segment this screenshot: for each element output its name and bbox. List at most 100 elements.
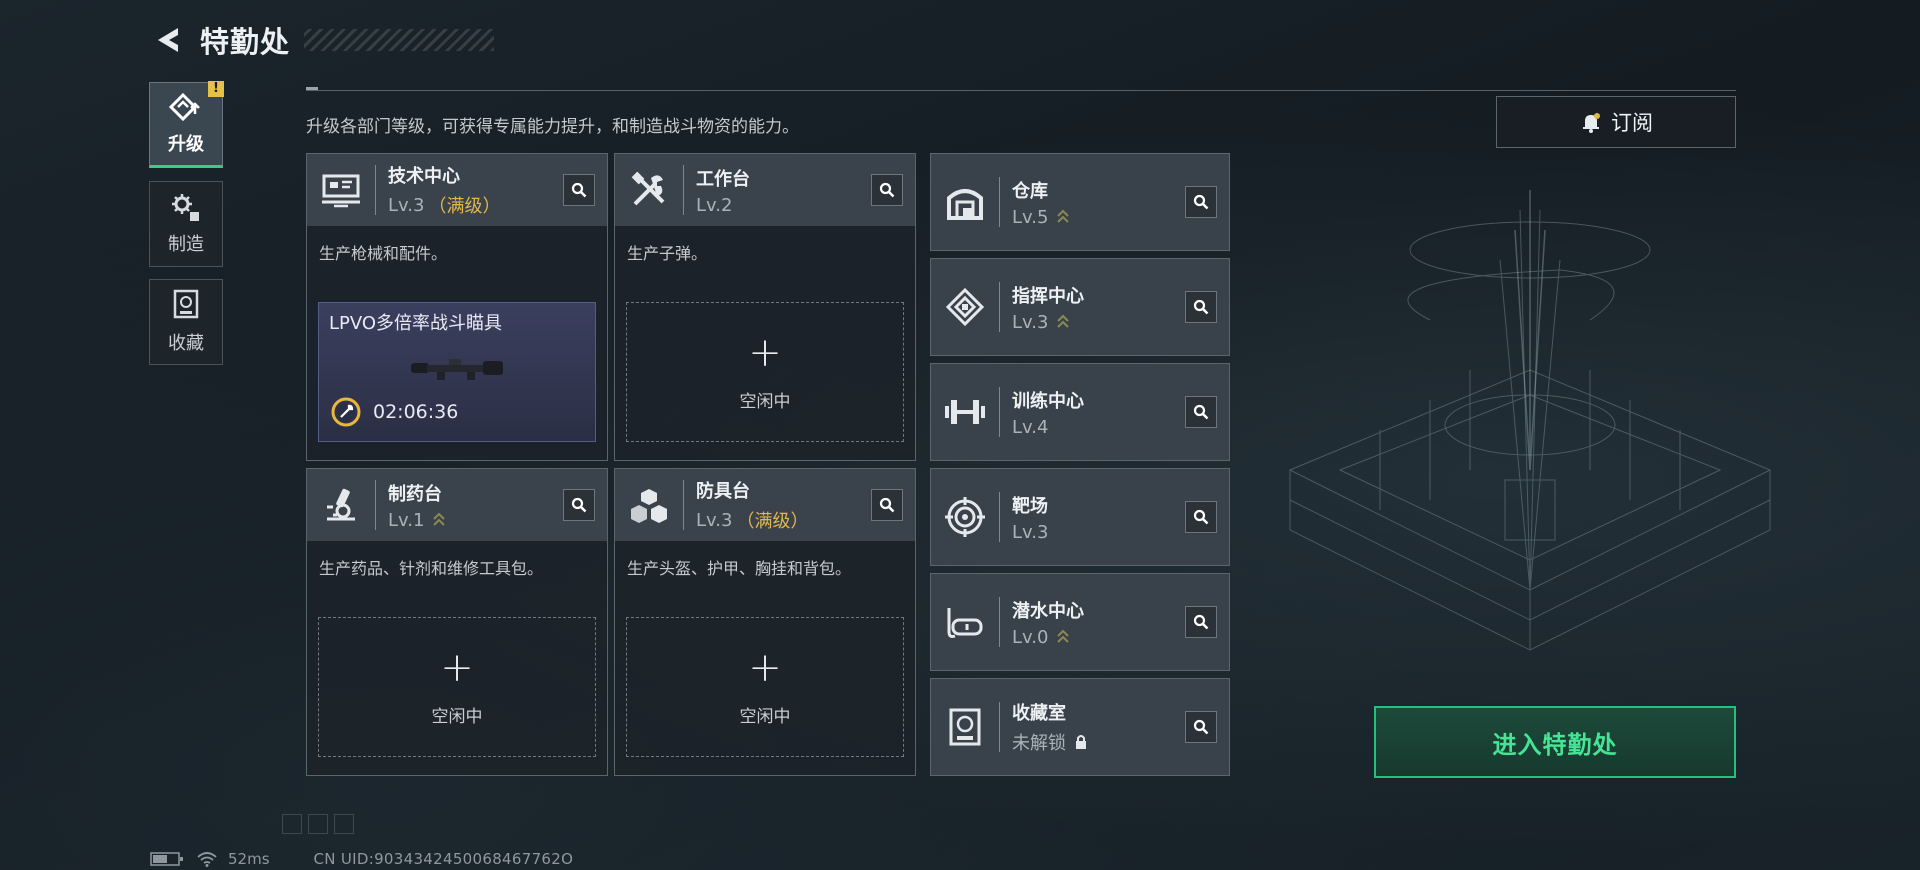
magnifier-icon (1193, 509, 1209, 525)
upgrade-chevron-icon (433, 512, 446, 526)
crafting-item-name: LPVO多倍率战斗瞄具 (329, 313, 503, 334)
facility-name: 收藏室 (1012, 703, 1066, 724)
facility-name: 仓库 (1012, 180, 1048, 202)
facility-warehouse[interactable]: 仓库 Lv.5 (930, 153, 1230, 251)
separator (999, 702, 1000, 752)
dept-name: 制药台 (388, 483, 442, 505)
facility-level: Lv.5 (1012, 206, 1049, 228)
slot-status: 空闲中 (431, 706, 483, 727)
inspect-button[interactable] (1185, 186, 1217, 218)
production-slot-idle[interactable]: + 空闲中 (626, 617, 904, 757)
production-slot-busy[interactable]: LPVO多倍率战斗瞄具 02:06:36 (318, 302, 596, 442)
separator (999, 492, 1000, 542)
inspect-button[interactable] (1185, 396, 1217, 428)
facility-command-center[interactable]: 指挥中心 Lv.3 (930, 258, 1230, 356)
sidebar-item-label: 升级 (168, 134, 204, 155)
max-level-label: （满级） (428, 196, 501, 217)
facility-diving-center[interactable]: 潜水中心 Lv.0 (930, 573, 1230, 671)
magnifier-icon (1193, 194, 1209, 210)
divider (306, 90, 1736, 91)
wrench-timer-icon (331, 397, 361, 427)
production-slot-idle[interactable]: + 空闲中 (318, 617, 596, 757)
facility-name: 靶场 (1012, 495, 1048, 517)
inspect-button[interactable] (1185, 711, 1217, 743)
back-button[interactable] (150, 22, 186, 58)
warehouse-icon (939, 176, 991, 228)
back-arrow-icon (158, 28, 178, 52)
facility-level: Lv.3 (1012, 521, 1049, 543)
inspect-button[interactable] (563, 174, 595, 206)
facility-level: Lv.0 (1012, 626, 1049, 648)
dept-level: Lv.3 (388, 194, 425, 216)
facility-status: 未解锁 (1012, 733, 1066, 754)
magnifier-icon (879, 182, 895, 198)
add-icon: + (748, 329, 782, 376)
collection-icon (173, 289, 199, 319)
facility-level: Lv.3 (1012, 311, 1049, 333)
sidebar-item-label: 制造 (168, 234, 204, 255)
title-decoration (304, 29, 495, 51)
enter-special-ops-button[interactable]: 进入特勤处 (1374, 706, 1736, 778)
user-uid: CN UID:9034342450068467762O (313, 850, 574, 868)
sidebar-item-upgrade[interactable]: ! 升级 (149, 81, 224, 168)
page-header: 特勤处 (150, 20, 495, 60)
separator (999, 282, 1000, 332)
inspect-button[interactable] (1185, 291, 1217, 323)
battery-icon (150, 852, 183, 866)
scope-image (411, 359, 503, 380)
facility-level: Lv.4 (1012, 416, 1049, 438)
vault-icon (939, 701, 991, 753)
upgrade-icon (169, 92, 200, 122)
bell-icon (1583, 113, 1600, 133)
inspect-button[interactable] (1185, 501, 1217, 533)
card-header: 防具台 Lv.3 （满级） (615, 469, 915, 541)
dept-name: 工作台 (696, 168, 750, 190)
magnifier-icon (1193, 719, 1209, 735)
magnifier-icon (1193, 404, 1209, 420)
target-icon (939, 491, 991, 543)
gears-icon (172, 194, 199, 221)
magnifier-icon (571, 497, 587, 513)
separator (683, 165, 684, 215)
subscribe-button[interactable]: 订阅 (1496, 96, 1736, 148)
dept-card-pharmacy: 制药台 Lv.1 生产药品、针剂和维修工具包。 + 空闲中 (306, 468, 608, 776)
inspect-button[interactable] (871, 174, 903, 206)
upgrade-chevron-icon (1057, 209, 1070, 223)
dept-card-tech-center: 技术中心 Lv.3 （满级） 生产枪械和配件。 LPVO多倍率战斗瞄具 02:0… (306, 153, 608, 461)
production-slot-idle[interactable]: + 空闲中 (626, 302, 904, 442)
magnifier-icon (571, 182, 587, 198)
lock-icon (1076, 735, 1086, 749)
separator (375, 165, 376, 215)
building-hologram (1288, 190, 1772, 651)
upgrade-chevron-icon (1057, 629, 1070, 643)
separator (999, 177, 1000, 227)
dept-name: 防具台 (696, 481, 750, 502)
sidebar-item-craft[interactable]: 制造 (149, 181, 223, 267)
divider-marker (306, 87, 318, 90)
dept-name: 技术中心 (388, 166, 460, 187)
facility-training-center[interactable]: 训练中心 Lv.4 (930, 363, 1230, 461)
inspect-button[interactable] (871, 489, 903, 521)
separator (375, 480, 376, 530)
facility-vault[interactable]: 收藏室 未解锁 (930, 678, 1230, 776)
facility-name: 训练中心 (1012, 390, 1084, 412)
magnifier-icon (1193, 299, 1209, 315)
separator (999, 597, 1000, 647)
facility-shooting-range[interactable]: 靶场 Lv.3 (930, 468, 1230, 566)
subscribe-label: 订阅 (1611, 111, 1653, 135)
crafting-timer: 02:06:36 (373, 401, 459, 423)
dept-description: 生产头盔、护甲、胸挂和背包。 (627, 559, 852, 578)
slot-status: 空闲中 (739, 706, 791, 727)
monitor-icon (315, 164, 367, 216)
dept-card-workbench: 工作台 Lv.2 生产子弹。 + 空闲中 (614, 153, 916, 461)
inspect-button[interactable] (563, 489, 595, 521)
sidebar-item-label: 收藏 (168, 333, 204, 354)
dept-card-armor-bench: 防具台 Lv.3 （满级） 生产头盔、护甲、胸挂和背包。 + 空闲中 (614, 468, 916, 776)
inspect-button[interactable] (1185, 606, 1217, 638)
sidebar-item-collection[interactable]: 收藏 (149, 279, 223, 365)
upgrade-chevron-icon (1057, 314, 1070, 328)
facility-name: 指挥中心 (1012, 285, 1084, 307)
magnifier-icon (1193, 614, 1209, 630)
dept-level: Lv.1 (388, 509, 425, 531)
dept-level: Lv.3 (696, 509, 733, 531)
